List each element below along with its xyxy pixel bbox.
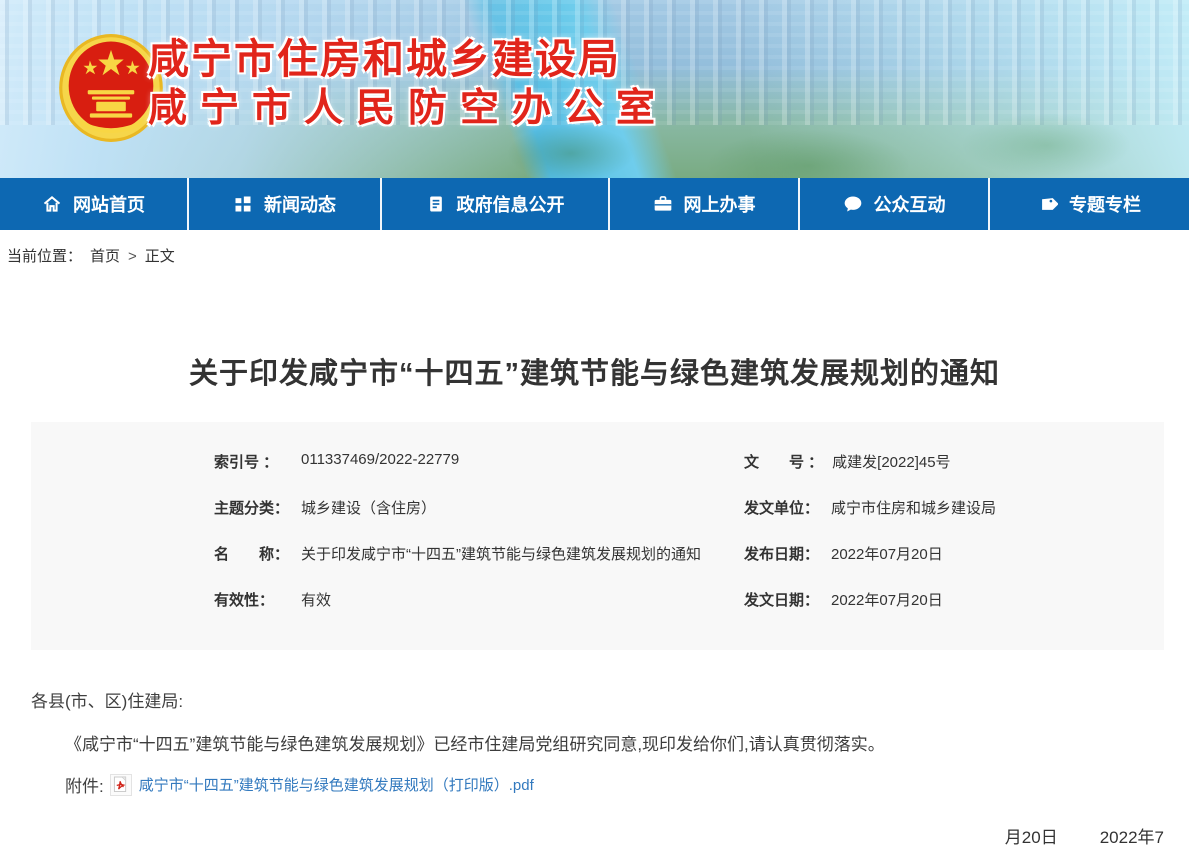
- nav-item-label: 公众互动: [874, 191, 946, 217]
- meta-value: 城乡建设（含住房）: [301, 497, 436, 518]
- attachment-row: 附件: 咸宁市“十四五”建筑节能与绿色建筑发展规划（打印版）.pdf: [65, 772, 1164, 797]
- meta-value: 011337469/2022-22779: [301, 451, 459, 468]
- nav-item-special-topics[interactable]: 专题专栏: [988, 178, 1189, 230]
- meta-row-topic-category: 主题分类： 城乡建设（含住房）: [214, 497, 684, 543]
- meta-row-doc-number: 文 号 ： 咸建发[2022]45号: [744, 451, 1164, 497]
- breadcrumb-home-link[interactable]: 首页: [90, 248, 120, 265]
- meta-value: 关于印发咸宁市“十四五”建筑节能与绿色建筑发展规划的通知: [301, 543, 701, 564]
- meta-value: 2022年07月20日: [831, 543, 943, 564]
- site-banner: 咸宁市住房和城乡建设局 咸宁市人民防空办公室: [0, 0, 1189, 178]
- nav-item-gov-info[interactable]: 政府信息公开: [380, 178, 608, 230]
- attachment-pdf-link[interactable]: 咸宁市“十四五”建筑节能与绿色建筑发展规划（打印版）.pdf: [139, 774, 534, 795]
- breadcrumb-current: 正文: [145, 248, 175, 265]
- breadcrumb: 当前位置： 首页 > 正文: [0, 230, 1189, 278]
- nav-item-label: 网上办事: [684, 191, 756, 217]
- briefcase-icon: [653, 194, 673, 214]
- document-date: 月20日 2022年7: [31, 823, 1164, 848]
- document-date-part1: 月20日: [1005, 828, 1058, 847]
- meta-column-right: 文 号 ： 咸建发[2022]45号 发文单位： 咸宁市住房和城乡建设局 发布日…: [744, 451, 1164, 635]
- pdf-file-icon: [110, 774, 132, 796]
- body-paragraph: 《咸宁市“十四五”建筑节能与绿色建筑发展规划》已经市住建局党组研究同意,现印发给…: [31, 733, 1164, 757]
- salutation-text: 各县(市、区)住建局:: [31, 687, 1164, 712]
- nav-item-public-interaction[interactable]: 公众互动: [798, 178, 988, 230]
- meta-label: 索引号 ：: [214, 451, 292, 472]
- meta-row-issuing-unit: 发文单位： 咸宁市住房和城乡建设局: [744, 497, 1164, 543]
- grid-icon: [233, 194, 253, 214]
- nav-item-home[interactable]: 网站首页: [0, 178, 187, 230]
- document-icon: [426, 194, 446, 214]
- meta-row-index-number: 索引号 ： 011337469/2022-22779: [214, 451, 684, 497]
- meta-label: 有效性：: [214, 589, 292, 610]
- home-icon: [42, 194, 62, 214]
- meta-value: 咸建发[2022]45号: [832, 451, 950, 472]
- page-title: 关于印发咸宁市“十四五”建筑节能与绿色建筑发展规划的通知: [0, 350, 1189, 392]
- meta-label: 发文日期：: [744, 589, 822, 610]
- main-navigation: 网站首页 新闻动态 政府信息公开 网上办事 公众互动 专题专栏: [0, 178, 1189, 230]
- meta-value: 2022年07月20日: [831, 589, 943, 610]
- meta-row-publish-date: 发布日期： 2022年07月20日: [744, 543, 1164, 589]
- nav-item-label: 网站首页: [73, 191, 145, 217]
- nav-item-label: 新闻动态: [264, 191, 336, 217]
- document-body: 各县(市、区)住建局: 《咸宁市“十四五”建筑节能与绿色建筑发展规划》已经市住建…: [31, 687, 1164, 848]
- document-meta-panel: 索引号 ： 011337469/2022-22779 主题分类： 城乡建设（含住…: [31, 422, 1164, 650]
- meta-value: 咸宁市住房和城乡建设局: [831, 497, 996, 518]
- chat-icon: [843, 194, 863, 214]
- meta-label: 发布日期：: [744, 543, 822, 564]
- meta-label: 名 称：: [214, 543, 292, 564]
- breadcrumb-separator: >: [128, 248, 137, 265]
- meta-label: 文 号 ：: [744, 451, 823, 472]
- tag-icon: [1038, 194, 1058, 214]
- meta-column-left: 索引号 ： 011337469/2022-22779 主题分类： 城乡建设（含住…: [214, 451, 684, 635]
- attachment-label: 附件:: [65, 772, 104, 797]
- nav-item-online-services[interactable]: 网上办事: [608, 178, 798, 230]
- breadcrumb-label: 当前位置：: [7, 248, 82, 265]
- document-date-part2: 2022年7: [1100, 828, 1164, 847]
- meta-label: 主题分类：: [214, 497, 292, 518]
- site-title-line2: 咸宁市人民防空办公室: [148, 85, 668, 133]
- meta-value: 有效: [301, 589, 331, 610]
- meta-row-validity: 有效性： 有效: [214, 589, 684, 635]
- nav-item-label: 专题专栏: [1069, 191, 1141, 217]
- site-title-block: 咸宁市住房和城乡建设局 咸宁市人民防空办公室: [148, 34, 668, 133]
- meta-row-name: 名 称： 关于印发咸宁市“十四五”建筑节能与绿色建筑发展规划的通知: [214, 543, 684, 589]
- site-title-line1: 咸宁市住房和城乡建设局: [148, 34, 668, 84]
- nav-item-label: 政府信息公开: [457, 191, 565, 217]
- nav-item-news[interactable]: 新闻动态: [187, 178, 380, 230]
- meta-row-issue-date: 发文日期： 2022年07月20日: [744, 589, 1164, 635]
- meta-label: 发文单位：: [744, 497, 822, 518]
